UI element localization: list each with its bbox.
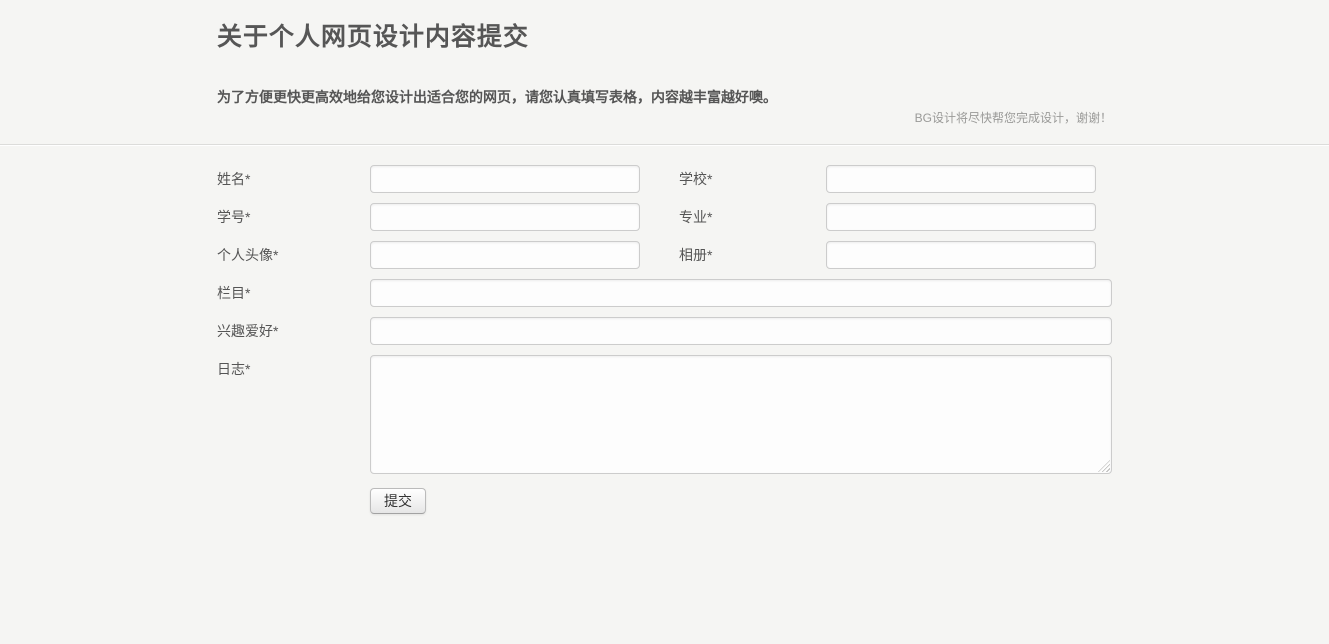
submit-button[interactable]: 提交	[370, 488, 426, 514]
page-title: 关于个人网页设计内容提交	[217, 23, 530, 51]
album-input[interactable]	[826, 241, 1096, 269]
page-header: 关于个人网页设计内容提交 为了方便更快更高效地给您设计出适合您的网页，请您认真填…	[0, 0, 1329, 145]
school-label: 学校*	[679, 171, 713, 187]
journal-label: 日志*	[217, 361, 251, 377]
columns-input[interactable]	[370, 279, 1112, 307]
columns-label: 栏目*	[217, 285, 251, 301]
major-input[interactable]	[826, 203, 1096, 231]
school-input[interactable]	[826, 165, 1096, 193]
form-description: 为了方便更快更高效地给您设计出适合您的网页，请您认真填写表格，内容越丰富越好噢。	[217, 89, 777, 105]
name-input[interactable]	[370, 165, 640, 193]
avatar-label: 个人头像*	[217, 247, 279, 263]
major-label: 专业*	[679, 209, 713, 225]
student-id-label: 学号*	[217, 209, 251, 225]
journal-textarea-wrap	[370, 355, 1112, 474]
journal-textarea[interactable]	[370, 355, 1112, 474]
submission-form: 姓名* 学校* 学号* 专业* 个人头像* 相册* 栏目* 兴趣爱好* 日志* …	[217, 165, 1112, 514]
hobbies-label: 兴趣爱好*	[217, 323, 279, 339]
submit-row: 提交	[370, 488, 1112, 514]
name-label: 姓名*	[217, 171, 251, 187]
form-row-name-school: 姓名* 学校*	[217, 165, 1112, 193]
form-section: 姓名* 学校* 学号* 专业* 个人头像* 相册* 栏目* 兴趣爱好* 日志* …	[0, 145, 1329, 514]
form-row-studentid-major: 学号* 专业*	[217, 203, 1112, 231]
form-row-avatar-album: 个人头像* 相册*	[217, 241, 1112, 269]
album-label: 相册*	[679, 247, 713, 263]
student-id-input[interactable]	[370, 203, 640, 231]
form-row-journal: 日志*	[217, 355, 1112, 474]
hobbies-input[interactable]	[370, 317, 1112, 345]
avatar-input[interactable]	[370, 241, 640, 269]
form-row-hobbies: 兴趣爱好*	[217, 317, 1112, 345]
form-row-columns: 栏目*	[217, 279, 1112, 307]
designer-note: BG设计将尽快帮您完成设计，谢谢！	[914, 111, 1112, 125]
